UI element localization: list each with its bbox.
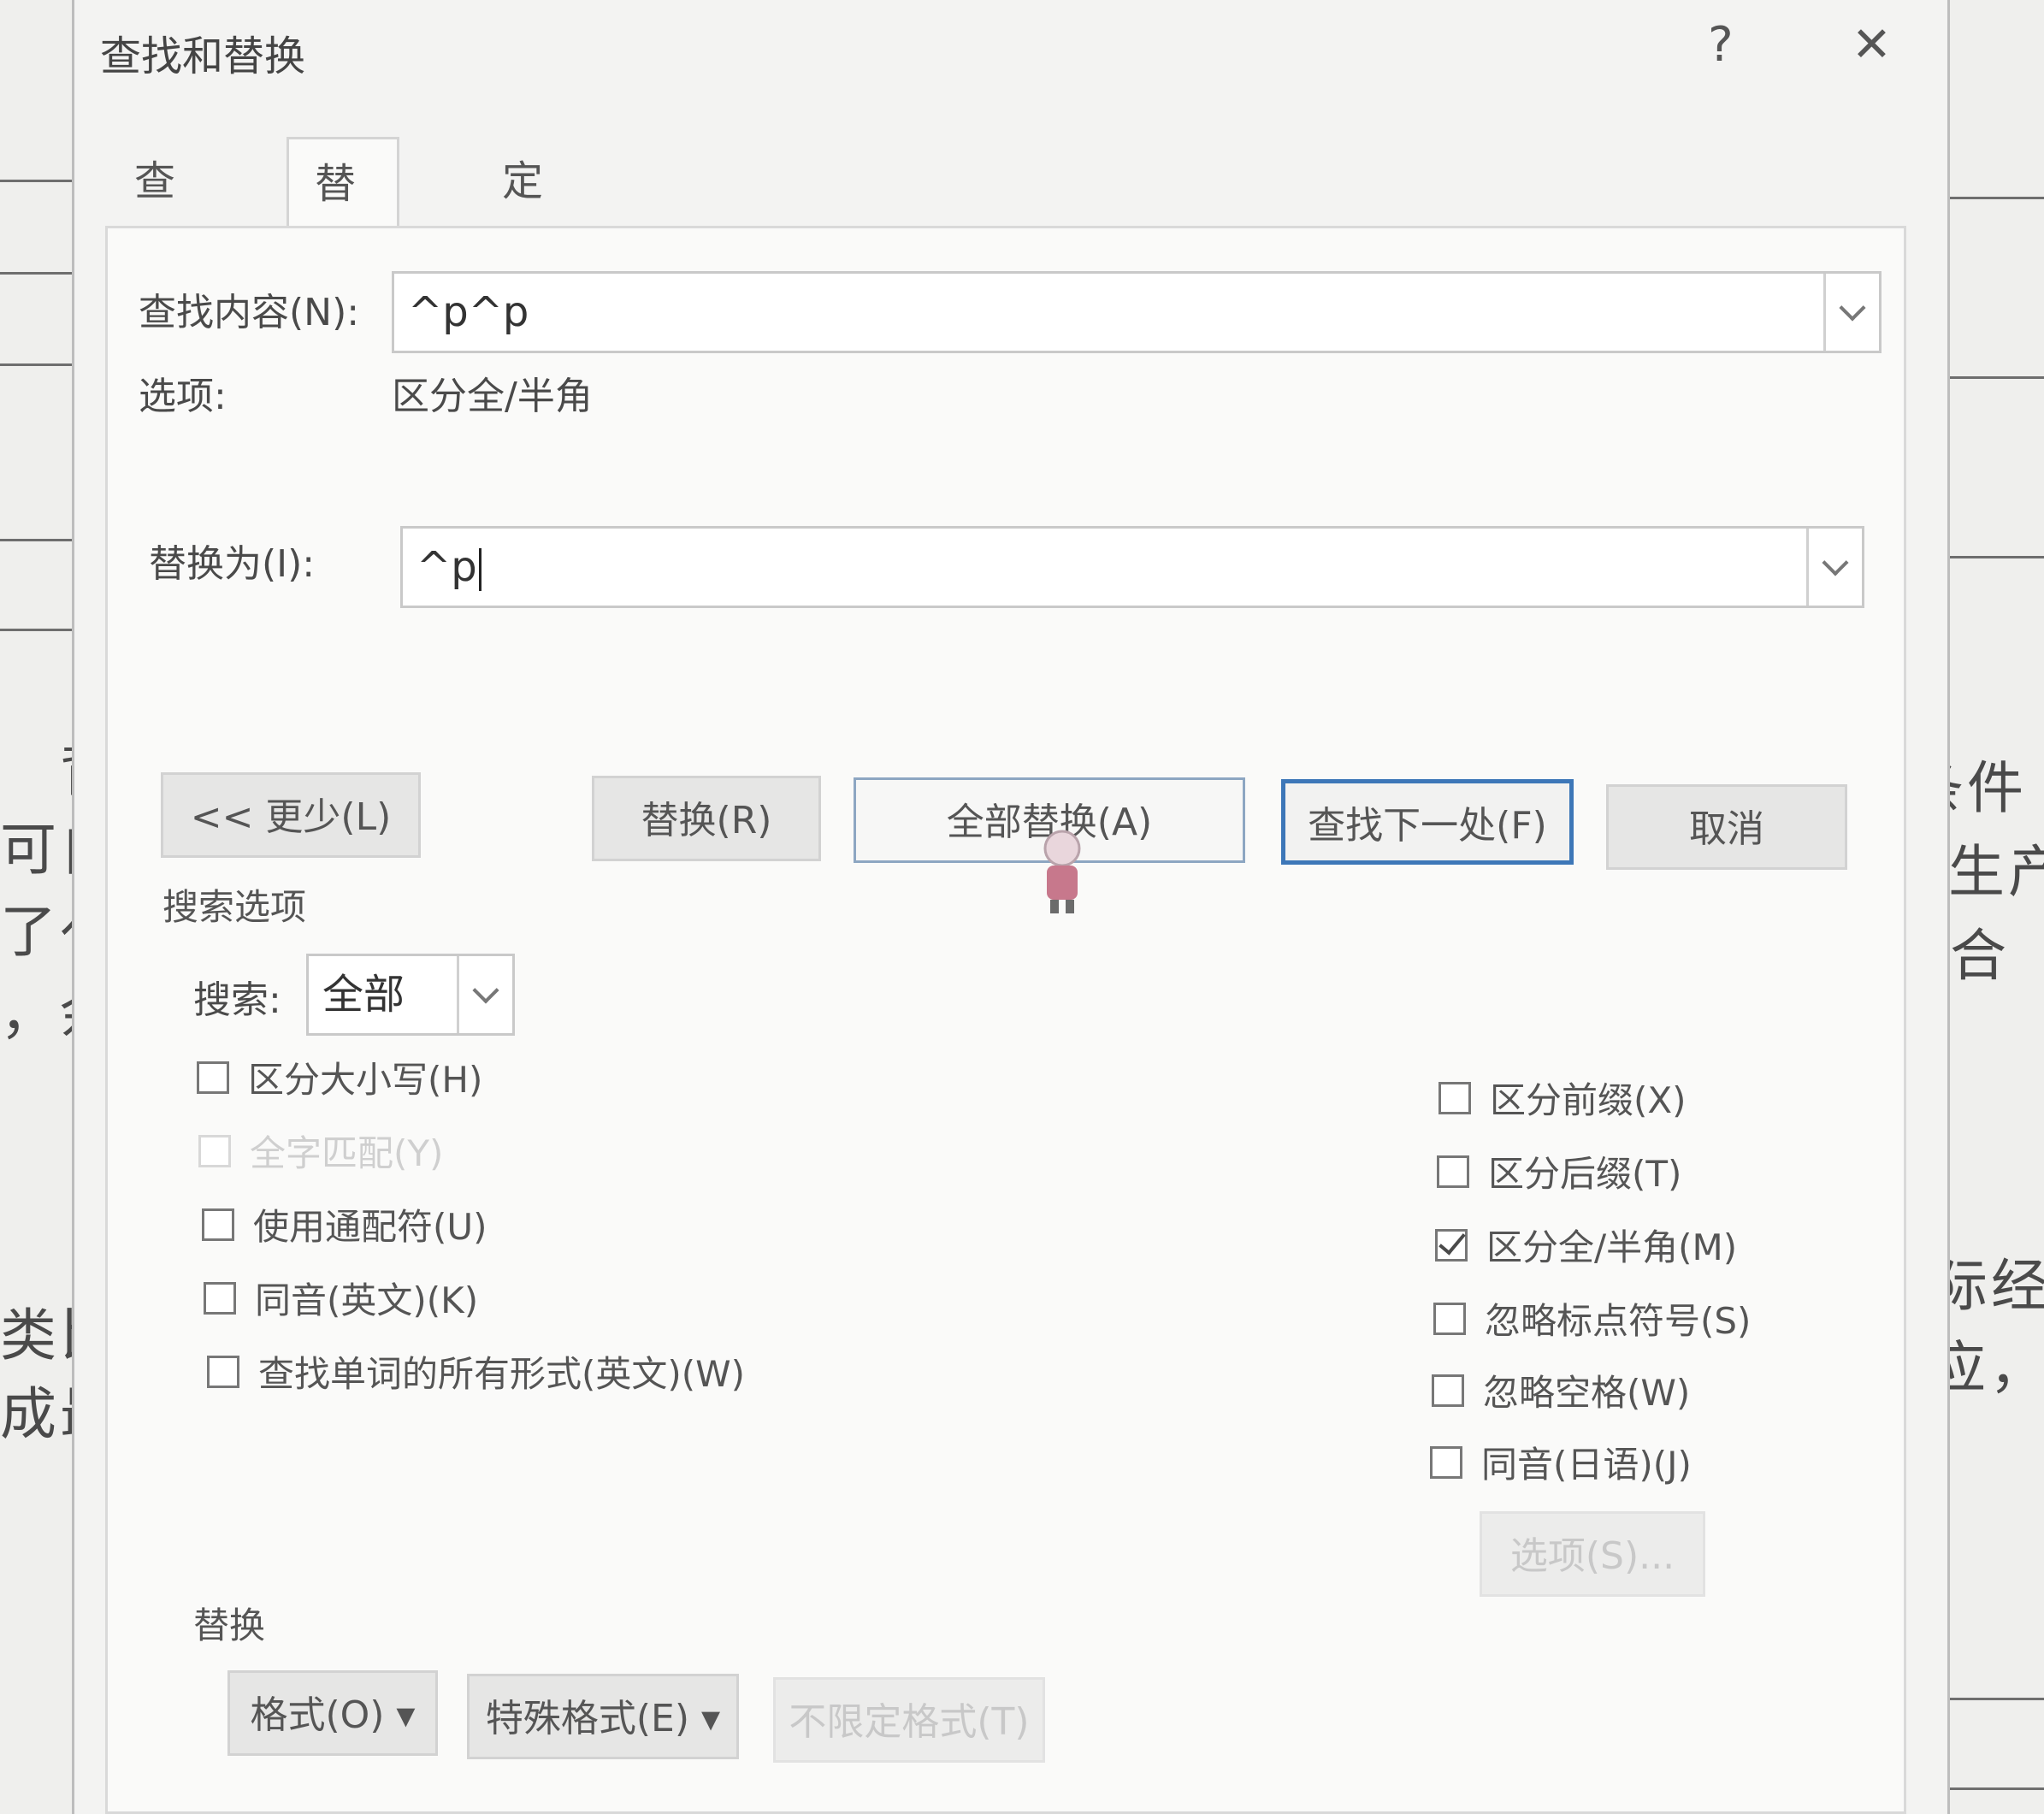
table-rule	[0, 272, 72, 275]
replace-panel: 查找内容(N): ^p^p 选项: 区分全/半角 替换为(I): ^p << 更…	[105, 226, 1906, 1814]
find-input[interactable]: ^p^p	[392, 271, 1882, 353]
sounds-like-checkbox[interactable]: 同音(英文)(K)	[204, 1272, 478, 1324]
checkbox-box	[204, 1281, 236, 1315]
replace-section-heading: 替换	[193, 1604, 266, 1646]
find-value: ^p^p	[408, 288, 529, 336]
checkbox-box	[197, 1061, 229, 1094]
replace-button[interactable]: 替换(R)	[592, 776, 821, 861]
search-scope-select[interactable]: 全部	[306, 954, 515, 1036]
help-icon[interactable]: ?	[1708, 17, 1734, 73]
replace-label: 替换为(I):	[149, 542, 316, 586]
checkbox-label: 忽略标点符号(S)	[1485, 1300, 1752, 1342]
checkbox-label: 查找单词的所有形式(英文)(W)	[258, 1353, 746, 1395]
cursor-sprite-icon	[1043, 830, 1081, 913]
wildcards-checkbox[interactable]: 使用通配符(U)	[202, 1198, 487, 1250]
ignore-punctuation-checkbox[interactable]: 忽略标点符号(S)	[1433, 1292, 1751, 1344]
options-value: 区分全/半角	[392, 375, 593, 418]
checkbox-label: 同音(日语)(J)	[1481, 1444, 1692, 1486]
options-label: 选项:	[139, 375, 227, 418]
match-prefix-checkbox[interactable]: 区分前缀(X)	[1438, 1072, 1687, 1124]
find-next-button[interactable]: 查找下一处(F)	[1281, 779, 1574, 865]
replace-input[interactable]: ^p	[400, 526, 1864, 608]
cancel-button[interactable]: 取消	[1606, 784, 1847, 870]
options-button[interactable]: 选项(S)...	[1480, 1511, 1705, 1597]
text-caret	[478, 548, 481, 591]
checkbox-label: 区分全/半角(M)	[1486, 1226, 1738, 1268]
word-forms-checkbox[interactable]: 查找单词的所有形式(英文)(W)	[207, 1345, 745, 1397]
table-rule	[1950, 197, 2044, 199]
table-rule	[0, 180, 72, 182]
format-button[interactable]: 格式(O) ▾	[227, 1670, 438, 1756]
special-format-button[interactable]: 特殊格式(E) ▾	[467, 1674, 739, 1759]
checkbox-label: 区分前缀(X)	[1490, 1079, 1687, 1121]
checkbox-box	[1435, 1228, 1468, 1262]
checkbox-box	[1437, 1155, 1469, 1188]
close-icon[interactable]: ✕	[1852, 17, 1892, 73]
table-rule	[1950, 376, 2044, 379]
find-replace-dialog: 查找和替换 ? ✕ 查找(D) 替换(P) 定位(G) 查找内容(N): ^p^…	[72, 0, 1950, 1814]
table-rule	[1950, 556, 2044, 558]
table-rule	[1950, 1698, 2044, 1700]
checkbox-box	[198, 1134, 231, 1167]
search-scope-label: 搜索:	[193, 978, 281, 1022]
checkbox-label: 忽略空格(W)	[1483, 1372, 1691, 1414]
checkbox-box	[207, 1355, 239, 1388]
search-scope-dropdown[interactable]	[457, 956, 512, 1033]
checkbox-label: 区分后缀(T)	[1488, 1153, 1682, 1195]
no-formatting-button[interactable]: 不限定格式(T)	[773, 1677, 1045, 1763]
match-case-checkbox[interactable]: 区分大小写(H)	[197, 1051, 482, 1103]
replace-value: ^p	[416, 529, 481, 606]
tab-replace[interactable]: 替换(P)	[287, 137, 400, 386]
whole-word-checkbox[interactable]: 全字匹配(Y)	[198, 1125, 443, 1177]
replace-dropdown-button[interactable]	[1806, 529, 1862, 606]
checkbox-label: 使用通配符(U)	[253, 1206, 487, 1248]
search-scope-value: 全部	[322, 971, 405, 1019]
find-label: 查找内容(N):	[139, 291, 360, 334]
table-rule	[0, 363, 72, 366]
checkbox-box	[1438, 1081, 1471, 1114]
checkbox-box	[202, 1208, 234, 1241]
table-rule	[0, 539, 72, 541]
search-options-heading: 搜索选项	[162, 886, 307, 928]
checkbox-label: 区分大小写(H)	[248, 1059, 483, 1101]
tab-find[interactable]: 查找(D)	[109, 137, 223, 383]
table-rule	[1950, 1787, 2044, 1790]
sounds-like-japanese-checkbox[interactable]: 同音(日语)(J)	[1430, 1436, 1692, 1488]
find-dropdown-button[interactable]	[1823, 274, 1879, 351]
less-button[interactable]: << 更少(L)	[161, 772, 421, 858]
tab-goto[interactable]: 定位(G)	[476, 137, 592, 383]
chevron-down-icon	[1839, 294, 1866, 322]
checkbox-box	[1432, 1374, 1464, 1407]
dialog-title: 查找和替换	[100, 32, 306, 80]
chevron-down-icon	[472, 977, 499, 1004]
match-width-checkbox[interactable]: 区分全/半角(M)	[1435, 1219, 1737, 1271]
table-rule	[0, 629, 72, 631]
checkbox-box	[1430, 1445, 1462, 1479]
checkbox-box	[1433, 1302, 1466, 1335]
checkbox-label: 同音(英文)(K)	[255, 1279, 479, 1321]
match-suffix-checkbox[interactable]: 区分后缀(T)	[1437, 1145, 1681, 1197]
ignore-space-checkbox[interactable]: 忽略空格(W)	[1432, 1364, 1690, 1416]
chevron-down-icon	[1822, 549, 1849, 576]
checkbox-label: 全字匹配(Y)	[250, 1132, 444, 1174]
